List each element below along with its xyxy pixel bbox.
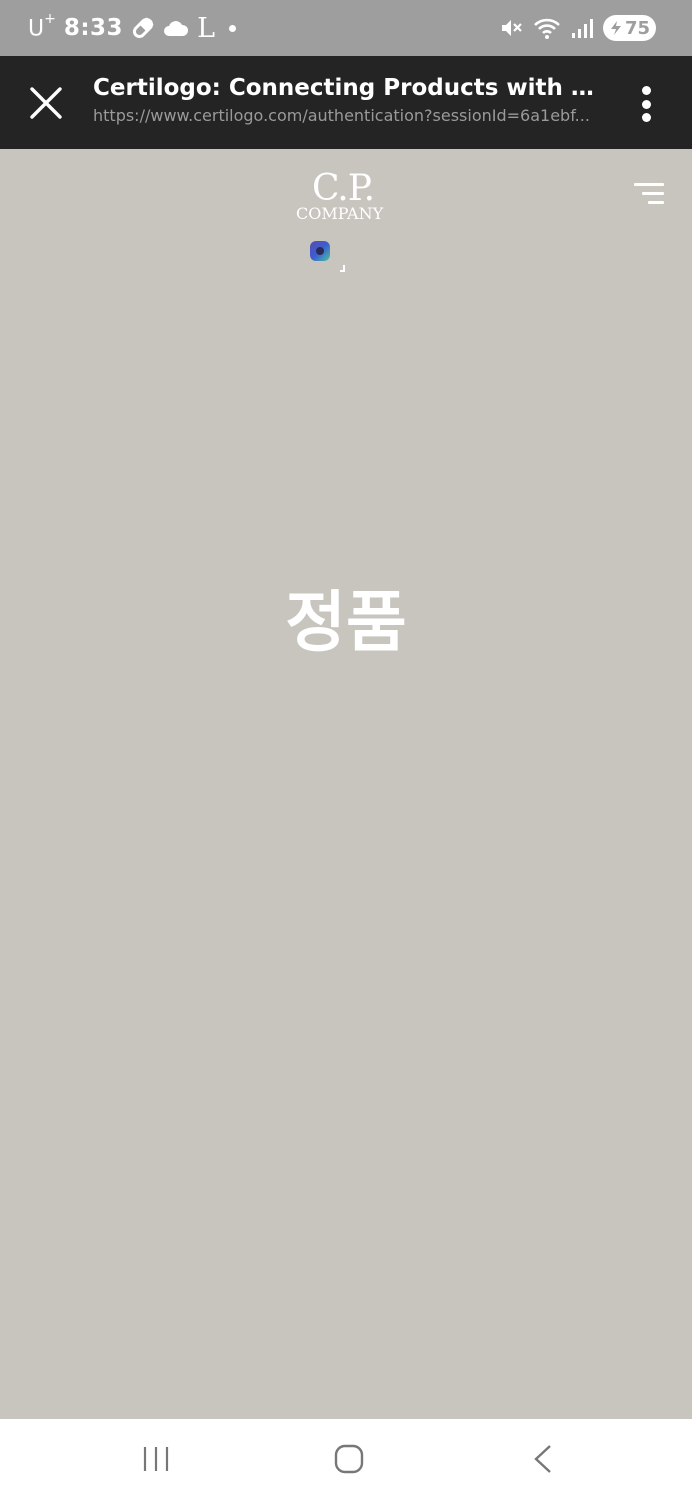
system-navigation-bar: [0, 1419, 692, 1500]
notification-dot-icon: [229, 24, 236, 32]
logo-cp-text: C.P.: [312, 168, 375, 209]
page-title: Certilogo: Connecting Products with Peop…: [93, 75, 603, 101]
authentication-result: 정품: [285, 584, 407, 661]
menu-line: [642, 192, 664, 195]
overflow-menu-button[interactable]: [630, 82, 662, 126]
more-dot: [641, 86, 651, 95]
logo-company-text: COMPANY: [296, 204, 384, 223]
hamburger-menu-button[interactable]: [632, 183, 664, 209]
status-bar: U+ 8:33 L 75: [0, 0, 692, 56]
signal-icon: [571, 17, 593, 39]
web-content: C.P. COMPANY 정품: [0, 149, 692, 1419]
carrier-label: U+: [28, 10, 56, 42]
battery-level: 75: [624, 17, 650, 39]
wifi-icon: [533, 16, 561, 40]
pill-icon: [131, 16, 155, 40]
battery-icon: 75: [602, 15, 656, 41]
cp-company-logo[interactable]: C.P. COMPANY: [294, 168, 394, 272]
home-button[interactable]: [319, 1439, 379, 1479]
recent-apps-button[interactable]: [126, 1439, 186, 1479]
lens-emblem-icon: [310, 241, 345, 272]
more-dot: [641, 99, 651, 109]
clock: 8:33: [63, 15, 124, 41]
address-area[interactable]: Certilogo: Connecting Products with Peop…: [93, 72, 603, 128]
close-icon: [30, 87, 62, 119]
l-app-icon: L: [197, 12, 215, 44]
recent-apps-icon: [143, 1447, 169, 1471]
menu-line: [648, 201, 664, 204]
back-icon: [534, 1445, 551, 1473]
close-tab-button[interactable]: [24, 81, 68, 125]
cloud-icon: [163, 18, 189, 38]
mute-icon: [499, 16, 523, 40]
back-button[interactable]: [513, 1439, 573, 1479]
page-url: https://www.certilogo.com/authentication…: [93, 106, 590, 125]
home-icon: [334, 1444, 364, 1474]
more-dot: [641, 113, 651, 122]
custom-tab-toolbar: Certilogo: Connecting Products with Peop…: [0, 56, 692, 149]
menu-line: [634, 183, 664, 186]
